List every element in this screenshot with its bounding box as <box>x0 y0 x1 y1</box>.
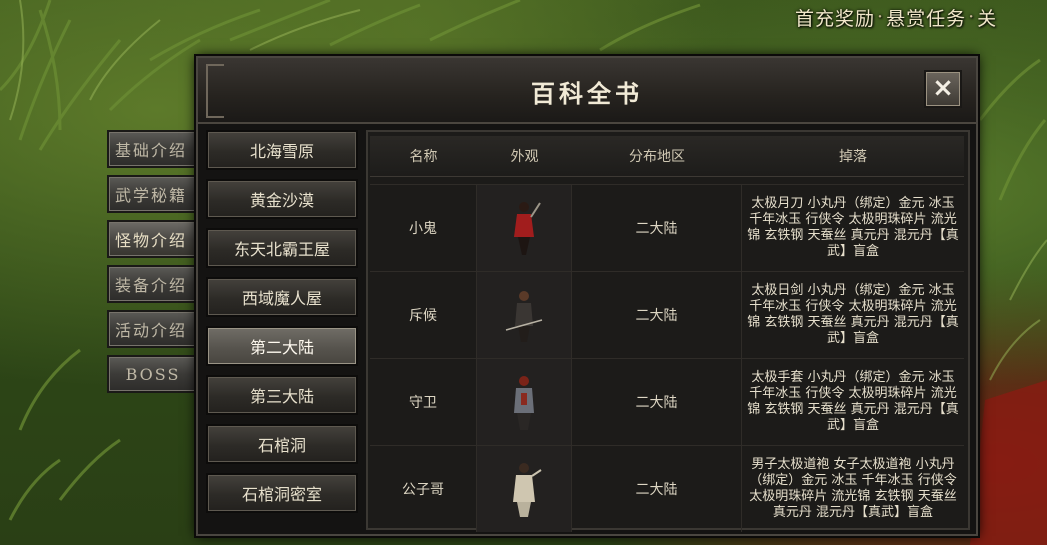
monster-region: 二大陆 <box>572 359 742 445</box>
monster-appearance <box>477 272 572 358</box>
monster-drops: 太极日剑 小丸丹（绑定）金元 冰玉 千年冰玉 行侠令 太极明珠碎片 流光锦 玄铁… <box>747 283 959 346</box>
tab-events[interactable]: 活动介绍 <box>107 310 199 348</box>
table-row[interactable]: 小鬼 二大陆 太极月刀 小丸丹（绑定）金元 冰玉 千年冰玉 行侠令 太极明珠碎片… <box>370 184 964 271</box>
table-header: 名称 外观 分布地区 掉落 <box>370 136 964 177</box>
region-button[interactable]: 第三大陆 <box>206 375 358 415</box>
tab-monsters[interactable]: 怪物介绍 <box>107 220 199 258</box>
top-event-links: 首充奖励 · 悬赏任务 · 关 <box>795 2 997 32</box>
monster-sprite-icon <box>514 202 541 255</box>
monster-sprite-icon <box>513 463 542 517</box>
monster-drops: 太极月刀 小丸丹（绑定）金元 冰玉 千年冰玉 行侠令 太极明珠碎片 流光锦 玄铁… <box>747 196 959 259</box>
monster-region: 二大陆 <box>572 446 742 532</box>
region-button[interactable]: 西域魔人屋 <box>206 277 358 317</box>
monster-region: 二大陆 <box>572 272 742 358</box>
monster-appearance <box>477 446 572 532</box>
monster-name: 斥候 <box>370 272 477 358</box>
tab-martial-arts[interactable]: 武学秘籍 <box>107 175 199 213</box>
tab-boss[interactable]: BOSS <box>107 355 199 393</box>
monster-drops: 太极手套 小丸丹（绑定）金元 冰玉 千年冰玉 行侠令 太极明珠碎片 流光锦 玄铁… <box>747 370 959 433</box>
region-list: 北海雪原 黄金沙漠 东天北霸王屋 西域魔人屋 第二大陆 第三大陆 石棺洞 石棺洞… <box>206 130 358 522</box>
region-button[interactable]: 东天北霸王屋 <box>206 228 358 268</box>
region-button[interactable]: 石棺洞 <box>206 424 358 464</box>
table-row[interactable]: 斥候 二大陆 太极日剑 小丸丹（绑定）金元 冰玉 千年冰玉 行侠令 太极明珠碎片… <box>370 271 964 358</box>
close-button[interactable]: × <box>924 70 962 108</box>
header-drops: 掉落 <box>839 149 867 165</box>
more-link[interactable]: 关 <box>977 4 997 31</box>
encyclopedia-category-tabs: 基础介绍 武学秘籍 怪物介绍 装备介绍 活动介绍 BOSS <box>107 130 199 400</box>
table-body: 小鬼 二大陆 太极月刀 小丸丹（绑定）金元 冰玉 千年冰玉 行侠令 太极明珠碎片… <box>370 184 964 532</box>
header-name: 名称 <box>409 149 438 165</box>
dialog-title: 百科全书 <box>531 79 643 108</box>
monster-name: 公子哥 <box>370 446 477 532</box>
tab-basics[interactable]: 基础介绍 <box>107 130 199 168</box>
encyclopedia-dialog: 百科全书 × 北海雪原 黄金沙漠 东天北霸王屋 西域魔人屋 第二大陆 第三大陆 … <box>196 56 978 536</box>
first-recharge-link[interactable]: 首充奖励 <box>795 4 875 31</box>
monster-name: 守卫 <box>370 359 477 445</box>
tab-equipment[interactable]: 装备介绍 <box>107 265 199 303</box>
monster-name: 小鬼 <box>370 185 477 271</box>
table-row[interactable]: 守卫 二大陆 太极手套 小丸丹（绑定）金元 冰玉 千年冰玉 行侠令 太极明珠碎片… <box>370 358 964 445</box>
region-button-selected[interactable]: 第二大陆 <box>206 326 358 366</box>
link-separator: · <box>968 6 976 28</box>
header-region: 分布地区 <box>629 149 685 165</box>
monster-region: 二大陆 <box>572 185 742 271</box>
monster-drops: 男子太极道袍 女子太极道袍 小丸丹（绑定）金元 冰玉 千年冰玉 行侠令 太极明珠… <box>749 457 957 520</box>
dialog-titlebar: 百科全书 × <box>198 58 976 124</box>
monster-sprite-icon <box>514 376 534 430</box>
link-separator: · <box>877 6 885 28</box>
bounty-task-link[interactable]: 悬赏任务 <box>886 4 966 31</box>
region-button[interactable]: 北海雪原 <box>206 130 358 170</box>
header-appearance: 外观 <box>510 149 539 165</box>
region-button[interactable]: 黄金沙漠 <box>206 179 358 219</box>
monster-table: 名称 外观 分布地区 掉落 小鬼 二大陆 太极月刀 小丸丹（绑定）金元 冰玉 千… <box>366 130 970 532</box>
table-row[interactable]: 公子哥 二大陆 男子太极道袍 女子太极道袍 小丸丹（绑定）金元 冰玉 千年冰玉 … <box>370 445 964 532</box>
monster-sprite-icon <box>505 291 543 342</box>
monster-appearance <box>477 185 572 271</box>
region-button[interactable]: 石棺洞密室 <box>206 473 358 513</box>
monster-appearance <box>477 359 572 445</box>
